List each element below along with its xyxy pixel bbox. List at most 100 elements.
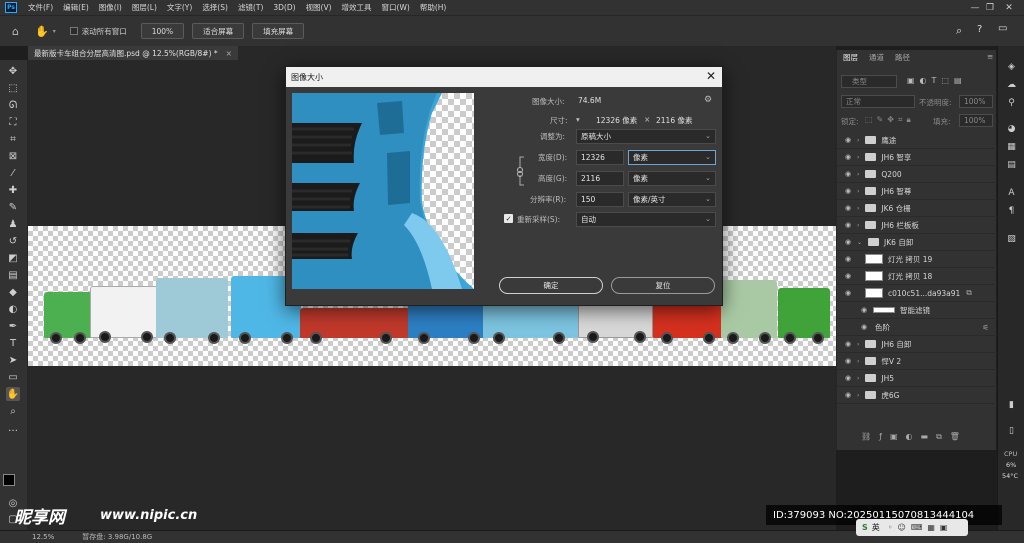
fill-input[interactable]: 100% [959,114,993,127]
menu-type[interactable]: 文字(Y) [162,2,197,13]
fill-screen-button[interactable]: 填充屏幕 [252,23,305,39]
ime-tool-icons[interactable]: ◦☺⌨▦▣ [888,523,953,532]
layer-row[interactable]: ◉ › JH6 智享 [837,149,997,166]
menu-3d[interactable]: 3D(D) [268,3,300,12]
workspace-icon[interactable]: ▭ [998,23,1007,34]
menu-image[interactable]: 图像(I) [94,2,127,13]
constrain-link-icon[interactable] [516,155,526,187]
menu-file[interactable]: 文件(F) [23,2,58,13]
shape-tool-icon[interactable]: ▭ [6,370,20,384]
learn-icon[interactable]: ⚲ [1005,96,1018,109]
image-preview[interactable] [292,93,474,289]
more-tools-icon[interactable]: … [6,421,20,435]
dimensions-chevron-icon[interactable]: ▾ [576,115,580,124]
layer-row[interactable]: ◉ › JH6 智尊 [837,183,997,200]
menu-plugins[interactable]: 增效工具 [337,2,377,13]
stamp-tool-icon[interactable]: ♟ [6,217,20,231]
layer-row[interactable]: ◉ › JK6 仓栅 [837,200,997,217]
resample-checkbox[interactable]: ✓ [504,214,513,223]
menu-filter[interactable]: 滤镜(T) [233,2,268,13]
cc-libraries-icon[interactable]: ☁ [1005,78,1018,91]
gradient-tool-icon[interactable]: ▤ [6,268,20,282]
eye-icon[interactable]: ◉ [843,153,853,161]
layer-row[interactable]: ◉ 智能滤镜 [837,302,997,319]
layer-row[interactable]: ◉ › JH5 [837,370,997,387]
help-icon[interactable]: ? [977,24,982,35]
layer-row[interactable]: ◉ 灯光 拷贝 19 [837,251,997,268]
eye-icon[interactable]: ◉ [843,374,853,382]
eye-icon[interactable]: ◉ [843,221,853,229]
brush-tool-icon[interactable]: ✎ [6,200,20,214]
character-icon[interactable]: A [1005,186,1018,199]
checkbox-icon[interactable] [69,27,78,35]
menu-select[interactable]: 选择(S) [197,2,233,13]
tab-paths[interactable]: 路径 [895,52,910,63]
dodge-tool-icon[interactable]: ◐ [6,302,20,316]
menu-window[interactable]: 窗口(W) [377,2,415,13]
hand-tool-icon[interactable]: ✋ [6,387,20,401]
marquee-tool-icon[interactable]: ⬚ [6,81,20,95]
layer-row[interactable]: ◉ › 鹰途 [837,132,997,149]
properties-icon[interactable]: ▧ [1005,232,1018,245]
scroll-all-windows-checkbox[interactable]: 滚动所有窗口 [69,26,127,37]
layer-row[interactable]: ◉ › 悍V 2 [837,353,997,370]
eye-icon[interactable]: ◉ [843,204,853,212]
blend-mode-select[interactable]: 正常 [841,95,915,108]
layer-row[interactable]: ◉ › JH6 栏板板 [837,217,997,234]
document-tab[interactable]: 最新版卡车组合分层高清图.psd @ 12.5%(RGB/8#) * × [28,46,238,60]
close-window-icon[interactable]: ✕ [994,0,1024,15]
fit-screen-button[interactable]: 适合屏幕 [192,23,245,39]
path-select-tool-icon[interactable]: ➤ [6,353,20,367]
menu-help[interactable]: 帮助(H) [415,2,452,13]
panel-menu-icon[interactable]: ≡ [987,52,993,61]
zoom-level[interactable]: 12.5% [32,533,54,541]
fit-to-select[interactable]: 原稿大小 ⌄ [576,129,716,144]
layer-filter-icons[interactable]: ▣◐T⬚▤ [907,76,967,85]
tab-layers[interactable]: 图层 [843,52,858,63]
eye-icon[interactable]: ◉ [843,357,853,365]
swatches-icon[interactable]: ▦ [1005,140,1018,153]
lasso-tool-icon[interactable]: ᘏ [6,98,20,112]
eye-icon[interactable]: ◉ [843,391,853,399]
blur-tool-icon[interactable]: ◆ [6,285,20,299]
zoom-100-button[interactable]: 100% [140,23,185,39]
eye-icon[interactable]: ◉ [859,306,869,314]
history-brush-icon[interactable]: ↺ [6,234,20,248]
menu-edit[interactable]: 编辑(E) [58,2,94,13]
eye-icon[interactable]: ◉ [843,272,853,280]
opacity-input[interactable]: 100% [959,95,993,108]
tool-preset-chevron-icon[interactable]: ▾ [53,28,56,35]
frame-tool-icon[interactable]: ⊠ [6,149,20,163]
ok-button[interactable]: 确定 [499,277,603,294]
gear-icon[interactable]: ⚙ [704,95,712,105]
reset-button[interactable]: 复位 [611,277,715,294]
foreground-color-swatch[interactable] [3,474,15,486]
ime-language[interactable]: 英 [872,522,880,533]
ime-toolbar[interactable]: S 英 ◦☺⌨▦▣ [856,519,968,536]
pen-tool-icon[interactable]: ✒ [6,319,20,333]
height-input[interactable]: 2116 [576,171,624,186]
lock-icons[interactable]: ⬚✎✥⌗🔒︎ [865,115,915,125]
close-tab-icon[interactable]: × [226,49,232,58]
layer-filter-select[interactable]: 类型 [841,75,897,88]
eyedropper-tool-icon[interactable]: ⁄ [6,166,20,180]
resolution-input[interactable]: 150 [576,192,624,207]
tab-channels[interactable]: 通道 [869,52,884,63]
scroll-icon[interactable]: ▮ [1005,398,1018,411]
layers-panel-icon[interactable]: ◈ [1005,60,1018,73]
eye-icon[interactable]: ◉ [843,289,853,297]
layer-row[interactable]: ◉ 色阶 ⚟ [837,319,997,336]
home-icon[interactable]: ⌂ [12,25,19,38]
layer-row[interactable]: ◉ ⌄ JK6 自卸 [837,234,997,251]
eraser-tool-icon[interactable]: ◩ [6,251,20,265]
layer-actions-toolbar[interactable]: ⛓ƒ▣◐▬⧉🗑︎ [861,432,968,442]
move-tool-icon[interactable]: ✥ [6,64,20,78]
layer-row[interactable]: ◉ c010c51...da93a91 ⧉ [837,285,997,302]
close-icon[interactable]: ✕ [706,69,716,83]
crop-tool-icon[interactable]: ⌗ [6,132,20,146]
menu-view[interactable]: 视图(V) [301,2,337,13]
width-unit-select[interactable]: 像素 ⌄ [628,150,716,165]
layer-row[interactable]: ◉ › JH6 自卸 [837,336,997,353]
paragraph-icon[interactable]: ¶ [1005,204,1018,217]
eye-icon[interactable]: ◉ [859,323,869,331]
